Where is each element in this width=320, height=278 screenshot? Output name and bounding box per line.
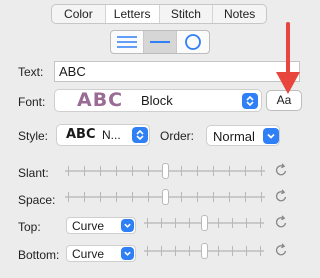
slider-thumb[interactable] — [162, 189, 169, 205]
font-popup[interactable]: ABC Block — [54, 89, 262, 112]
text-label: Text: — [18, 65, 44, 79]
slider-tick — [246, 218, 247, 228]
layout-lines-button[interactable] — [111, 31, 143, 53]
slant-label: Slant: — [18, 166, 49, 180]
layout-circle-button[interactable] — [176, 31, 209, 53]
style-popup[interactable]: ABC N... — [56, 124, 150, 146]
slider-tick — [232, 246, 233, 256]
up-down-chevron-icon — [242, 93, 258, 109]
slider-tick — [213, 166, 214, 176]
annotation-arrow-icon — [276, 22, 300, 94]
tab-bar: Color Letters Stitch Notes — [51, 4, 267, 24]
style-preview: ABC — [66, 127, 96, 142]
slider-tick — [189, 246, 190, 256]
circle-icon — [185, 34, 201, 50]
slider-tick — [147, 246, 148, 256]
slider-tick — [213, 192, 214, 202]
slider-tick — [132, 166, 133, 176]
space-slider[interactable] — [65, 189, 265, 205]
slider-tick — [232, 218, 233, 228]
slider-tick — [229, 192, 230, 202]
chevron-down-icon — [121, 219, 134, 232]
slider-tick — [260, 218, 261, 228]
slider-thumb[interactable] — [201, 243, 208, 259]
slider-thumb[interactable] — [162, 163, 169, 179]
slider-tick — [175, 246, 176, 256]
tab-color[interactable]: Color — [52, 5, 105, 23]
slider-thumb[interactable] — [201, 215, 208, 231]
slider-tick — [68, 166, 69, 176]
letters-panel: Color Letters Stitch Notes Text: ABC Fon… — [0, 0, 312, 278]
reset-icon[interactable] — [273, 188, 289, 204]
slider-tick — [197, 192, 198, 202]
slider-tick — [181, 192, 182, 202]
slider-tick — [229, 166, 230, 176]
slant-slider[interactable] — [65, 163, 265, 179]
slider-tick — [100, 166, 101, 176]
slider-tick — [100, 192, 101, 202]
slider-tick — [116, 166, 117, 176]
bottom-mode-popup[interactable]: Curve — [66, 245, 136, 262]
slider-tick — [218, 246, 219, 256]
top-mode-popup[interactable]: Curve — [66, 217, 136, 234]
font-label: Font: — [18, 95, 46, 109]
slider-tick — [147, 218, 148, 228]
horizontal-lines-icon — [117, 36, 137, 48]
order-label: Order: — [160, 129, 195, 143]
chevron-down-icon — [263, 128, 279, 144]
order-value: Normal — [213, 129, 255, 144]
space-label: Space: — [18, 193, 56, 207]
layout-segmented-control — [110, 30, 210, 54]
bottom-slider[interactable] — [144, 243, 264, 259]
slider-tick — [260, 246, 261, 256]
slider-tick — [132, 192, 133, 202]
slider-tick — [181, 166, 182, 176]
slider-tick — [161, 218, 162, 228]
reset-icon[interactable] — [273, 214, 289, 230]
layout-single-line-button[interactable] — [143, 31, 176, 53]
slider-tick — [261, 166, 262, 176]
up-down-chevron-icon — [132, 127, 148, 143]
reset-icon[interactable] — [273, 242, 289, 258]
top-mode-value: Curve — [72, 219, 105, 233]
style-label: Style: — [18, 129, 49, 143]
style-name: N... — [102, 128, 121, 142]
slider-tick — [148, 166, 149, 176]
single-line-icon — [150, 41, 170, 43]
bottom-label: Bottom: — [18, 248, 60, 262]
slider-tick — [161, 246, 162, 256]
font-preview: ABC — [77, 89, 124, 111]
slider-tick — [148, 192, 149, 202]
slider-tick — [218, 218, 219, 228]
slider-tick — [189, 218, 190, 228]
top-slider[interactable] — [144, 215, 264, 231]
tab-letters[interactable]: Letters — [104, 5, 159, 23]
bottom-mode-value: Curve — [72, 247, 105, 261]
chevron-down-icon — [121, 247, 134, 260]
slider-tick — [261, 192, 262, 202]
tab-stitch[interactable]: Stitch — [158, 5, 213, 23]
font-name: Block — [141, 93, 173, 108]
slider-tick — [175, 218, 176, 228]
slider-tick — [68, 192, 69, 202]
order-popup[interactable]: Normal — [206, 125, 280, 146]
top-label: Top: — [18, 220, 41, 234]
slider-tick — [245, 192, 246, 202]
slider-tick — [246, 246, 247, 256]
slider-tick — [84, 166, 85, 176]
slider-tick — [197, 166, 198, 176]
slider-tick — [84, 192, 85, 202]
reset-icon[interactable] — [273, 162, 289, 178]
slider-tick — [116, 192, 117, 202]
slider-tick — [245, 166, 246, 176]
